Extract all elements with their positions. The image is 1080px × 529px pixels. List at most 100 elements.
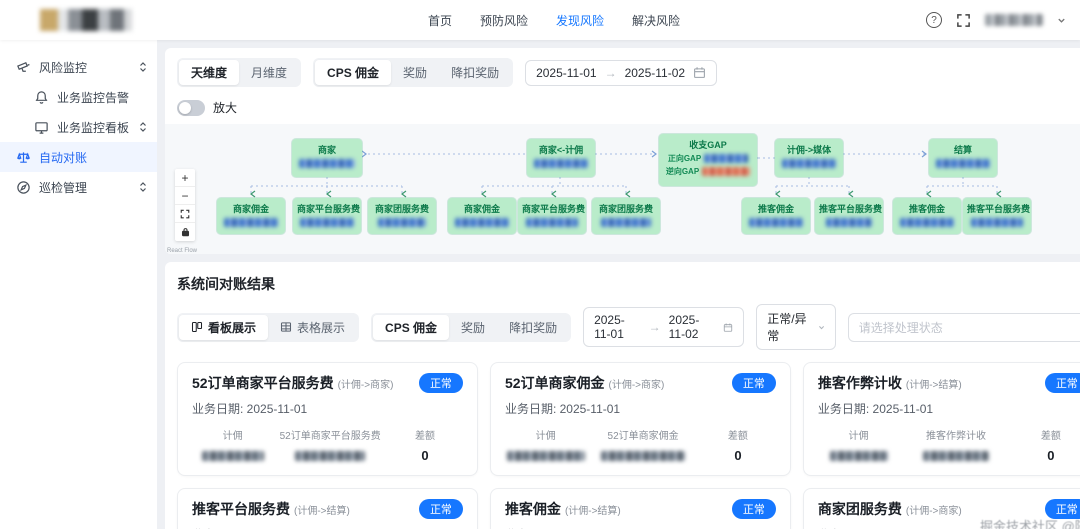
sidebar-item-monitor-alerts[interactable]: 业务监控告警 xyxy=(0,82,157,112)
top-bar: 首页 预防风险 发现风险 解决风险 ? xyxy=(0,0,1080,40)
scale-icon xyxy=(16,150,31,165)
fee-type-segmented-control-2: CPS 佣金 奖励 降扣奖励 xyxy=(371,313,571,342)
expand-caret-icon xyxy=(139,181,147,193)
flow-node-promoter-commission[interactable]: 推客佣金 xyxy=(742,198,810,234)
col-label: 52订单商家佣金 xyxy=(586,427,700,442)
flow-node-label: 推客平台服务费 xyxy=(967,203,1027,215)
flow-node-merchant-from-commission[interactable]: 商家<-计佣 xyxy=(527,139,595,177)
table-view-button[interactable]: 表格展示 xyxy=(268,315,357,340)
status-badge: 正常 xyxy=(732,499,776,519)
watermark: 掘金技术社区 @陈卫凯 xyxy=(980,516,1080,529)
sidebar-item-monitor-dashboard[interactable]: 业务监控看板 xyxy=(0,112,157,142)
sidebar-item-auto-reconciliation[interactable]: 自动对账 xyxy=(0,142,157,172)
diff-value: 0 xyxy=(700,448,776,463)
card-title: 推客平台服务费 xyxy=(192,499,290,519)
flow-controls: + − xyxy=(175,169,195,241)
fee-type-reward-button-2[interactable]: 奖励 xyxy=(449,315,497,340)
enlarge-toggle-label: 放大 xyxy=(213,99,237,116)
col-label: 推客作弊计收 xyxy=(899,427,1013,442)
status-badge: 正常 xyxy=(732,373,776,393)
date-end: 2025-11-02 xyxy=(669,313,716,341)
fee-type-deduction-button[interactable]: 降扣奖励 xyxy=(439,60,511,85)
zoom-in-button[interactable]: + xyxy=(175,169,195,187)
card-title: 推客作弊计收 xyxy=(818,373,902,393)
sidebar-item-risk-monitor[interactable]: 风险监控 xyxy=(0,52,157,82)
flow-node-promoter-commission[interactable]: 推客佣金 xyxy=(893,198,961,234)
flow-node-settlement[interactable]: 结算 xyxy=(929,139,997,177)
flow-node-promoter-platform-fee[interactable]: 推客平台服务费 xyxy=(963,198,1031,234)
process-status-select[interactable]: 请选择处理状态 xyxy=(848,313,1080,342)
fit-view-button[interactable] xyxy=(175,205,195,223)
masked-value xyxy=(704,154,748,163)
col-label: 计佣 xyxy=(505,427,586,442)
masked-value xyxy=(826,218,872,227)
flow-node-merchant-group-fee[interactable]: 商家团服务费 xyxy=(368,198,436,234)
card-flow-direction: (计佣->结算) xyxy=(565,502,621,517)
kanban-icon xyxy=(191,321,203,333)
flow-node-merchant-platform-fee[interactable]: 商家平台服务费 xyxy=(293,198,361,234)
sidebar-item-label: 业务监控看板 xyxy=(57,119,131,136)
flow-node-merchant-commission[interactable]: 商家佣金 xyxy=(217,198,285,234)
zoom-out-button[interactable]: − xyxy=(175,187,195,205)
nav-prevent-risk[interactable]: 预防风险 xyxy=(480,12,528,29)
fee-type-cps-button[interactable]: CPS 佣金 xyxy=(315,60,391,85)
lock-button[interactable] xyxy=(175,223,195,241)
results-date-range-picker[interactable]: 2025-11-01 → 2025-11-02 xyxy=(583,307,744,347)
compass-icon xyxy=(16,180,31,195)
sidebar-item-inspection[interactable]: 巡检管理 xyxy=(0,172,157,202)
fullscreen-icon[interactable] xyxy=(956,13,971,28)
flow-node-label: 商家团服务费 xyxy=(596,203,656,215)
dimension-day-button[interactable]: 天维度 xyxy=(179,60,239,85)
board-view-button[interactable]: 看板展示 xyxy=(179,315,268,340)
card-flow-direction: (计佣->结算) xyxy=(294,502,350,517)
masked-value xyxy=(295,451,365,461)
flow-node-label: 商家佣金 xyxy=(452,203,512,215)
flow-node-label: 商家 xyxy=(296,144,358,156)
fee-type-cps-button-2[interactable]: CPS 佣金 xyxy=(373,315,449,340)
react-flow-attribution[interactable]: React Flow xyxy=(167,248,197,254)
date-range-picker[interactable]: 2025-11-01 → 2025-11-02 xyxy=(525,60,717,86)
date-start: 2025-11-01 xyxy=(594,313,641,341)
chevron-down-icon[interactable] xyxy=(1057,16,1066,25)
recon-card: 推客佣金 (计佣->结算) 正常 业务日期: 2025-11-01 计佣 推客佣… xyxy=(490,488,791,529)
masked-value xyxy=(224,218,278,227)
col-label: 52订单商家平台服务费 xyxy=(273,427,387,442)
col-label: 差额 xyxy=(700,427,776,442)
masked-value xyxy=(601,218,651,227)
flow-node-label: 计佣->媒体 xyxy=(779,144,839,156)
flow-node-merchant-platform-fee[interactable]: 商家平台服务费 xyxy=(518,198,586,234)
fee-type-reward-button[interactable]: 奖励 xyxy=(391,60,439,85)
flow-node-label: 收支GAP xyxy=(663,139,753,151)
date-separator: → xyxy=(605,66,617,80)
nav-home[interactable]: 首页 xyxy=(428,12,452,29)
flow-node-promoter-platform-fee[interactable]: 推客平台服务费 xyxy=(815,198,883,234)
flow-node-merchant[interactable]: 商家 xyxy=(292,139,362,177)
flow-node-merchant-group-fee[interactable]: 商家团服务费 xyxy=(592,198,660,234)
nav-resolve-risk[interactable]: 解决风险 xyxy=(632,12,680,29)
sidebar-item-label: 风险监控 xyxy=(39,59,131,76)
view-segmented-control: 看板展示 表格展示 xyxy=(177,313,359,342)
help-icon[interactable]: ? xyxy=(926,12,942,28)
flow-node-commission-to-media[interactable]: 计佣->媒体 xyxy=(775,139,843,177)
col-label: 计佣 xyxy=(818,427,899,442)
nav-discover-risk[interactable]: 发现风险 xyxy=(556,12,604,29)
col-label: 差额 xyxy=(387,427,463,442)
enlarge-toggle[interactable] xyxy=(177,100,205,116)
top-navigation: 首页 预防风险 发现风险 解决风险 xyxy=(428,0,680,40)
masked-value xyxy=(601,451,685,461)
chevron-down-icon xyxy=(818,323,825,332)
reconciliation-flow-canvas[interactable]: 商家 商家<-计佣 收支GAP 正向GAP 逆向GAP 计佣->媒体 xyxy=(165,124,1080,254)
cctv-icon xyxy=(16,60,31,75)
masked-value xyxy=(900,218,954,227)
flow-node-gap[interactable]: 收支GAP 正向GAP 逆向GAP xyxy=(659,134,757,186)
col-label: 计佣 xyxy=(192,427,273,442)
flow-node-merchant-commission[interactable]: 商家佣金 xyxy=(448,198,516,234)
fee-type-deduction-button-2[interactable]: 降扣奖励 xyxy=(497,315,569,340)
recon-card: 52订单商家平台服务费 (计佣->商家) 正常 业务日期: 2025-11-01… xyxy=(177,362,478,476)
diff-value: 0 xyxy=(387,448,463,463)
flow-node-label: 推客佣金 xyxy=(897,203,957,215)
masked-value xyxy=(936,159,990,168)
dimension-month-button[interactable]: 月维度 xyxy=(239,60,299,85)
status-select[interactable]: 正常/异常 xyxy=(756,304,836,350)
card-title: 52订单商家佣金 xyxy=(505,373,605,393)
